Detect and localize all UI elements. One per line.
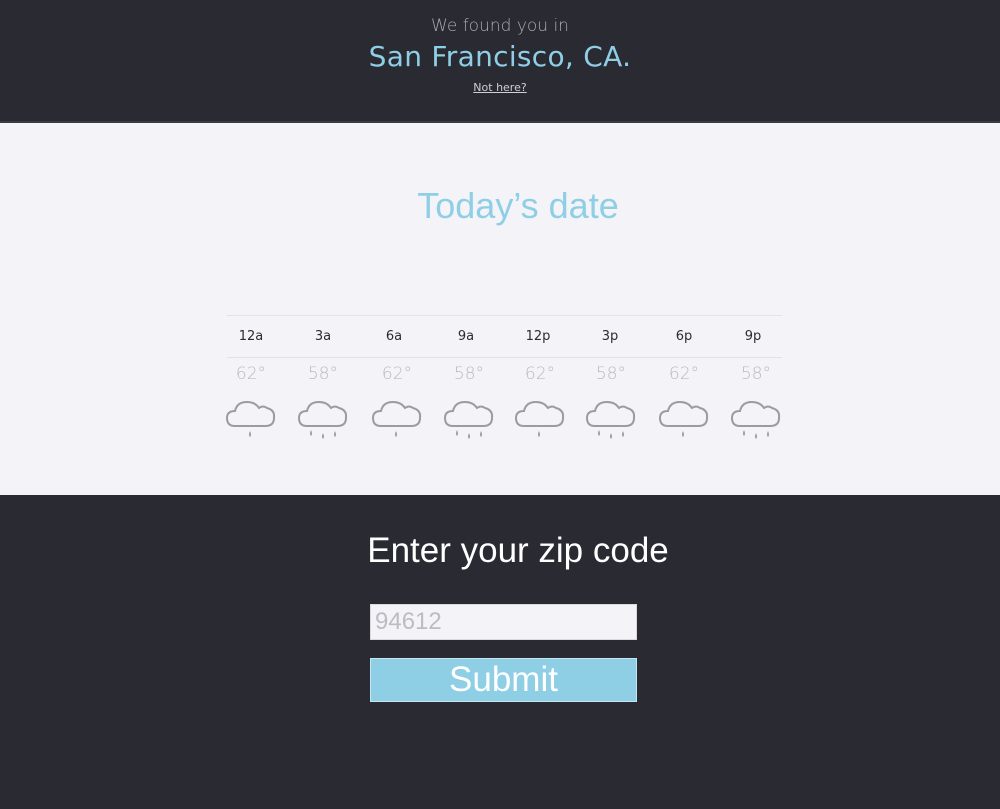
temperature-value: 58° xyxy=(740,364,772,384)
hourly-forecast: 12a 3a 6a 9a 12p 3p 6p 9p 62° 58° 62° 58… xyxy=(225,315,782,439)
hour-label: 6p xyxy=(675,329,693,344)
submit-button[interactable]: Submit xyxy=(370,658,637,702)
temperature-value: 58° xyxy=(595,364,627,384)
not-here-link[interactable]: Not here? xyxy=(473,81,526,94)
hour-label: 6a xyxy=(385,329,403,344)
hour-label: 3a xyxy=(314,329,332,344)
temperature-value: 58° xyxy=(307,364,339,384)
hour-labels-row: 12a 3a 6a 9a 12p 3p 6p 9p xyxy=(227,315,782,358)
zip-code-input[interactable] xyxy=(370,604,637,640)
cloud-light-rain-icon xyxy=(367,396,427,444)
weather-icons-row xyxy=(225,396,782,446)
forecast-panel: Today’s date 12a 3a 6a 9a 12p 3p 6p 9p 6… xyxy=(0,121,1000,495)
detected-city: San Francisco, CA. xyxy=(368,40,632,73)
cloud-heavy-rain-icon xyxy=(293,396,353,444)
temperature-value: 62° xyxy=(381,364,413,384)
cloud-heavy-rain-icon xyxy=(726,396,786,444)
zip-code-section: Enter your zip code Submit xyxy=(0,495,1000,809)
not-here-link-wrapper: Not here? xyxy=(0,81,1000,94)
hour-label: 12a xyxy=(238,329,264,344)
zip-code-heading: Enter your zip code xyxy=(367,531,669,570)
location-header: We found you in San Francisco, CA. Not h… xyxy=(0,0,1000,119)
temperature-value: 62° xyxy=(668,364,700,384)
date-title: Today’s date xyxy=(417,185,619,226)
temperature-value: 58° xyxy=(453,364,485,384)
temperature-value: 62° xyxy=(235,364,267,384)
location-intro-text: We found you in xyxy=(431,16,569,36)
hour-label: 9p xyxy=(744,329,762,344)
cloud-light-rain-icon xyxy=(654,396,714,444)
temperature-value: 62° xyxy=(524,364,556,384)
hour-label: 12p xyxy=(525,329,551,344)
cloud-heavy-rain-icon xyxy=(581,396,641,444)
temperature-row: 62° 58° 62° 58° 62° 58° 62° 58° xyxy=(227,364,782,394)
cloud-light-rain-icon xyxy=(510,396,570,444)
cloud-heavy-rain-icon xyxy=(439,396,499,444)
hour-label: 9a xyxy=(457,329,475,344)
cloud-light-rain-icon xyxy=(221,396,281,444)
hour-label: 3p xyxy=(601,329,619,344)
